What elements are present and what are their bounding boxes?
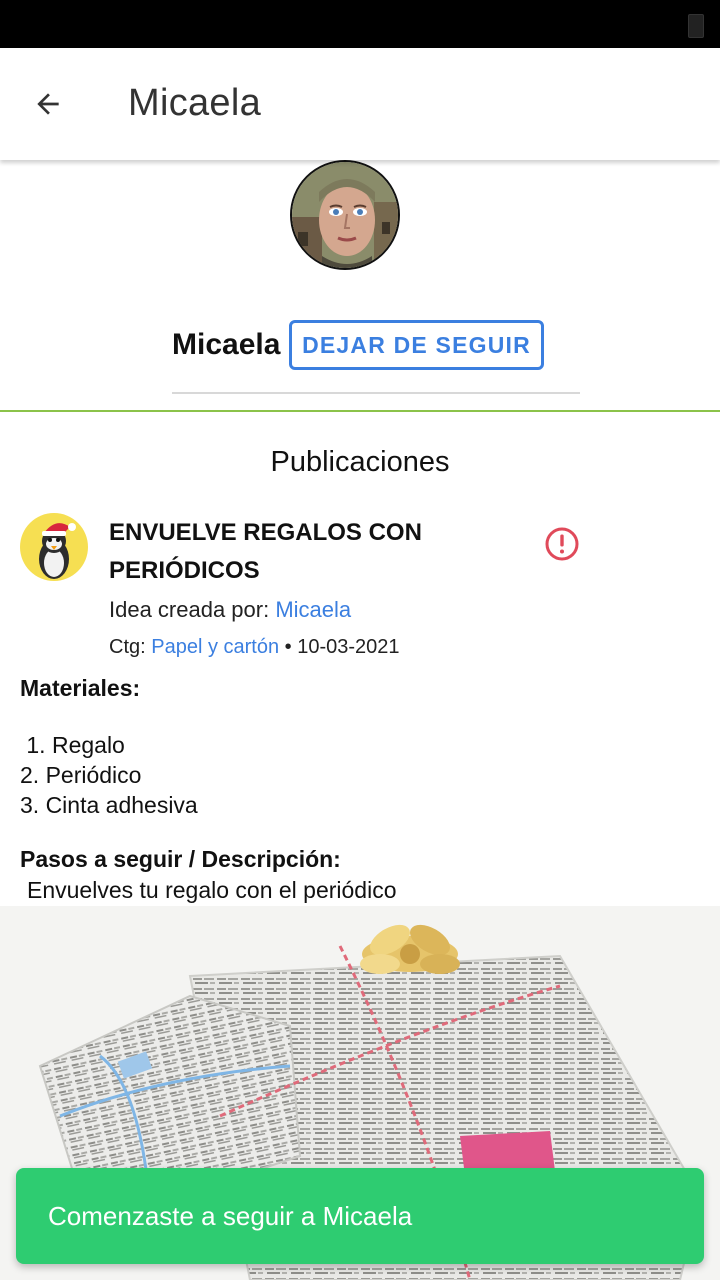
status-bar bbox=[0, 0, 720, 48]
report-alert-icon[interactable] bbox=[544, 526, 580, 562]
category-link[interactable]: Papel y cartón bbox=[151, 636, 279, 658]
category-label: Ctg: bbox=[109, 636, 152, 658]
steps-title: Pasos a seguir / Descripción: bbox=[20, 846, 341, 872]
penguin-icon bbox=[39, 523, 76, 579]
unfollow-button[interactable]: DEJAR DE SEGUIR bbox=[289, 320, 544, 370]
page-title: Micaela bbox=[128, 82, 262, 124]
post-author-avatar[interactable] bbox=[20, 513, 88, 581]
app-bar: Micaela bbox=[0, 48, 720, 160]
post-date: 10-03-2021 bbox=[297, 636, 400, 658]
arrow-left-icon bbox=[37, 93, 59, 115]
toast-text: Comenzaste a seguir a Micaela bbox=[48, 1200, 413, 1231]
list-item: 3. Cinta adhesiva bbox=[20, 792, 198, 818]
post-category-line: Ctg: Papel y cartón • 10-03-2021 bbox=[109, 636, 400, 659]
author-link[interactable]: Micaela bbox=[275, 597, 351, 622]
section-divider bbox=[0, 410, 720, 412]
post-author-line: Idea creada por: Micaela bbox=[109, 597, 351, 623]
materials-list: 1. Regalo 2. Periódico 3. Cinta adhesiva bbox=[20, 730, 198, 820]
created-by-label: Idea creada por: bbox=[109, 597, 276, 622]
steps-text: Envuelves tu regalo con el periódico bbox=[27, 877, 397, 903]
list-item: 2. Periódico bbox=[20, 762, 142, 788]
post-title[interactable]: ENVUELVE REGALOS CON PERIÓDICOS bbox=[109, 514, 529, 590]
list-item: 1. Regalo bbox=[20, 732, 125, 758]
battery-icon bbox=[688, 14, 704, 38]
name-divider bbox=[172, 392, 580, 394]
back-button[interactable] bbox=[22, 80, 74, 128]
profile-row: Micaela DEJAR DE SEGUIR bbox=[0, 318, 720, 374]
materials-title: Materiales: bbox=[20, 675, 141, 701]
profile-name: Micaela bbox=[172, 328, 281, 361]
profile-avatar bbox=[290, 160, 400, 270]
section-title: Publicaciones bbox=[270, 446, 450, 478]
date-separator: • bbox=[279, 636, 298, 658]
follow-toast: Comenzaste a seguir a Micaela bbox=[16, 1168, 704, 1264]
